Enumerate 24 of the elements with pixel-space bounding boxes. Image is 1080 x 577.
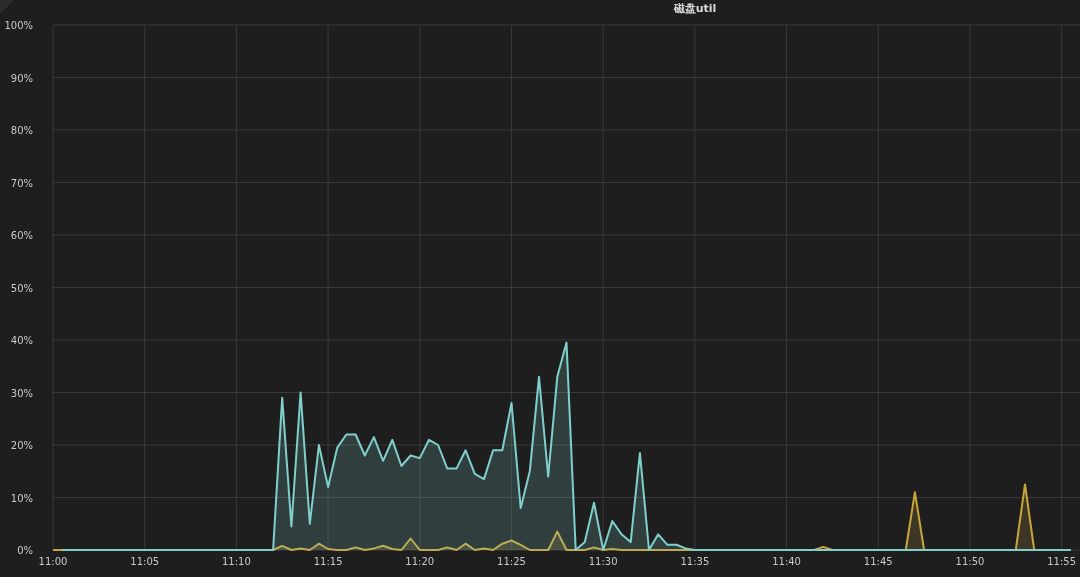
x-axis-label: 11:30 (588, 556, 618, 567)
x-axis-label: 11:45 (863, 556, 893, 567)
y-axis-label: 70% (10, 177, 33, 189)
x-axis-label: 11:40 (772, 556, 801, 567)
y-axis-label: 20% (10, 440, 33, 451)
y-axis-label: 0% (17, 545, 33, 556)
x-axis-label: 11:15 (313, 556, 343, 567)
y-axis-label: 30% (10, 387, 33, 399)
x-axis-label: 11:00 (38, 556, 68, 567)
x-axis-label: 11:50 (955, 556, 985, 567)
panel-title: 磁盘util (673, 2, 717, 16)
y-axis-label: 80% (10, 125, 33, 136)
y-axis-label: 60% (10, 230, 33, 241)
x-axis-label: 11:25 (497, 556, 526, 567)
y-axis-label: 40% (10, 335, 33, 346)
x-axis-label: 11:10 (222, 556, 251, 567)
y-axis-label: 50% (10, 282, 33, 294)
x-axis-label: 11:55 (1047, 556, 1077, 567)
x-axis-label: 11:05 (130, 556, 160, 567)
y-axis-label: 10% (10, 492, 33, 504)
y-axis-label: 90% (10, 72, 33, 84)
x-axis-label: 11:20 (405, 556, 435, 567)
x-axis-label: 11:35 (680, 556, 710, 567)
y-axis-label: 100% (4, 20, 33, 31)
